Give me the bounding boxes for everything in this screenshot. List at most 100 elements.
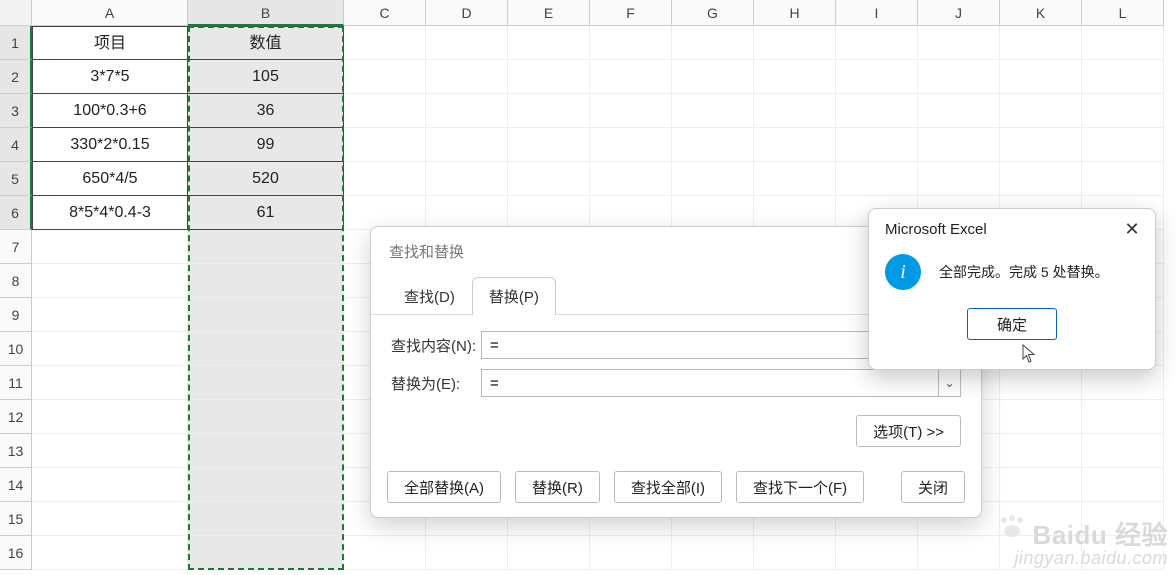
cell[interactable] [672,128,754,162]
cell[interactable] [188,230,344,264]
cell[interactable]: 520 [188,162,344,196]
cell[interactable] [344,94,426,128]
cell[interactable]: 项目 [32,26,188,60]
cell[interactable] [1082,536,1164,570]
cell[interactable] [1082,502,1164,536]
cell[interactable] [188,502,344,536]
tab-find[interactable]: 查找(D) [387,277,472,315]
column-header-I[interactable]: I [836,0,918,26]
cell[interactable] [672,196,754,230]
cell[interactable] [426,162,508,196]
cell[interactable] [1000,400,1082,434]
close-icon[interactable]: ✕ [1121,219,1143,240]
cell[interactable] [32,536,188,570]
cell[interactable] [836,536,918,570]
column-header-D[interactable]: D [426,0,508,26]
cell[interactable] [754,162,836,196]
cell[interactable] [1000,434,1082,468]
cell[interactable] [188,366,344,400]
select-all-corner[interactable] [0,0,32,26]
row-header[interactable]: 11 [0,366,32,400]
row-header[interactable]: 2 [0,60,32,94]
cell[interactable] [188,400,344,434]
cell[interactable] [836,94,918,128]
cell[interactable] [508,536,590,570]
cell[interactable] [754,536,836,570]
cell[interactable] [508,94,590,128]
cell[interactable] [1082,128,1164,162]
cell[interactable] [508,60,590,94]
cell[interactable] [1000,366,1082,400]
cell[interactable] [918,94,1000,128]
cell[interactable] [426,94,508,128]
close-button[interactable]: 关闭 [901,471,965,503]
column-header-F[interactable]: F [590,0,672,26]
cell[interactable] [426,60,508,94]
cell[interactable]: 100*0.3+6 [32,94,188,128]
cell[interactable] [32,264,188,298]
column-header-J[interactable]: J [918,0,1000,26]
row-header[interactable]: 10 [0,332,32,366]
column-header-G[interactable]: G [672,0,754,26]
replace-all-button[interactable]: 全部替换(A) [387,471,501,503]
cell[interactable]: 650*4/5 [32,162,188,196]
column-header-E[interactable]: E [508,0,590,26]
cell[interactable] [508,128,590,162]
row-header[interactable]: 15 [0,502,32,536]
find-all-button[interactable]: 查找全部(I) [614,471,722,503]
row-header[interactable]: 3 [0,94,32,128]
cell[interactable] [672,536,754,570]
replace-history-dropdown[interactable]: ⌄ [939,369,961,397]
column-header-K[interactable]: K [1000,0,1082,26]
row-header[interactable]: 13 [0,434,32,468]
cell[interactable] [1082,366,1164,400]
cell[interactable] [188,536,344,570]
cell[interactable] [590,26,672,60]
cell[interactable] [1082,162,1164,196]
cell[interactable]: 数值 [188,26,344,60]
cell[interactable] [1000,536,1082,570]
cell[interactable] [836,60,918,94]
cell[interactable] [426,128,508,162]
cell[interactable] [508,26,590,60]
row-header[interactable]: 12 [0,400,32,434]
column-header-C[interactable]: C [344,0,426,26]
cell[interactable] [754,196,836,230]
cell[interactable] [344,162,426,196]
cell[interactable] [1082,468,1164,502]
cell[interactable]: 105 [188,60,344,94]
cell[interactable] [672,26,754,60]
cell[interactable] [32,502,188,536]
row-header[interactable]: 4 [0,128,32,162]
cell[interactable] [590,536,672,570]
cell[interactable] [32,230,188,264]
row-header[interactable]: 14 [0,468,32,502]
cell[interactable] [918,26,1000,60]
cell[interactable] [426,196,508,230]
cell[interactable] [188,264,344,298]
cell[interactable] [32,366,188,400]
cell[interactable]: 36 [188,94,344,128]
cell[interactable] [918,162,1000,196]
row-header[interactable]: 7 [0,230,32,264]
cell[interactable] [426,536,508,570]
cell[interactable] [836,128,918,162]
cell[interactable] [344,536,426,570]
cell[interactable] [344,196,426,230]
cell[interactable]: 330*2*0.15 [32,128,188,162]
cell[interactable] [1000,128,1082,162]
cell[interactable] [918,60,1000,94]
column-header-L[interactable]: L [1082,0,1164,26]
cell[interactable] [1000,502,1082,536]
cell[interactable] [754,128,836,162]
cell[interactable] [836,162,918,196]
cell[interactable] [1000,60,1082,94]
cell[interactable] [508,162,590,196]
cell[interactable] [590,128,672,162]
cell[interactable] [32,434,188,468]
cell[interactable] [836,26,918,60]
cell[interactable] [1000,468,1082,502]
cell[interactable]: 8*5*4*0.4-3 [32,196,188,230]
replace-button[interactable]: 替换(R) [515,471,600,503]
cell[interactable]: 3*7*5 [32,60,188,94]
